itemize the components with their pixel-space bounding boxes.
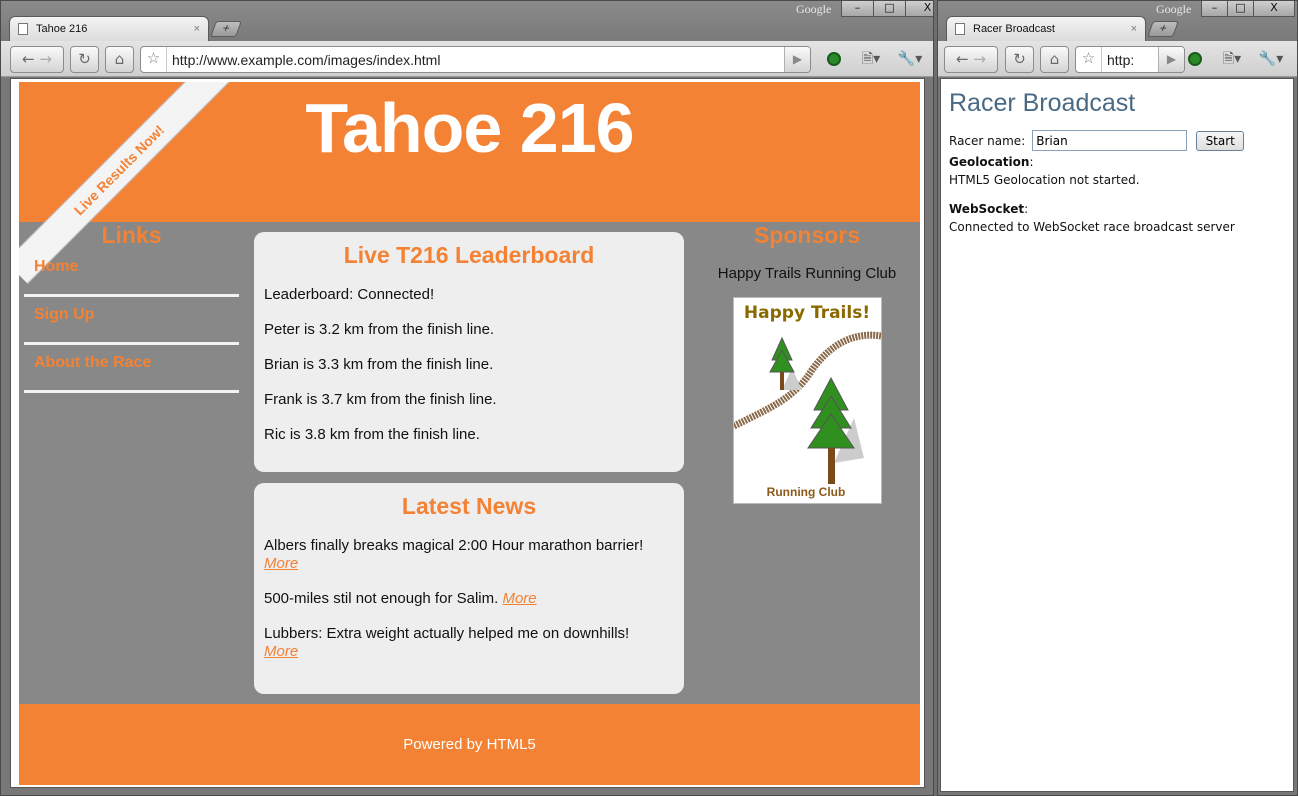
bookmark-star-icon[interactable]: ☆ xyxy=(1076,47,1102,72)
logo-caption: Running Club xyxy=(766,485,845,499)
window-controls: – □ X xyxy=(1201,1,1295,17)
page-icon xyxy=(955,23,965,35)
go-icon[interactable]: ▶ xyxy=(784,47,810,72)
tab-tahoe[interactable]: Tahoe 216 × xyxy=(9,16,209,41)
page-icon xyxy=(18,23,28,35)
url-text[interactable]: http: xyxy=(1107,52,1134,68)
sponsors-column: Sponsors Happy Trails Running Club Happy… xyxy=(704,222,910,504)
nav-link-home[interactable]: Home xyxy=(24,249,239,297)
close-window-icon[interactable]: X xyxy=(1253,1,1295,17)
links-column: Links Home Sign Up About the Race xyxy=(24,222,239,393)
sponsor-logo[interactable]: Happy Trails! Running Club xyxy=(731,297,882,504)
links-heading: Links xyxy=(101,222,162,248)
browser-window-tahoe: Google – □ X Tahoe 216 × + ← → ↻ ⌂ ☆ htt… xyxy=(0,0,934,796)
maximize-icon[interactable]: □ xyxy=(873,1,906,17)
racer-name-row: Racer name: Start xyxy=(949,130,1285,151)
news-more-link[interactable]: More xyxy=(502,590,536,607)
address-bar[interactable]: ☆ http: ▶ xyxy=(1075,46,1185,73)
title-bar: Google – □ X Tahoe 216 × + xyxy=(1,1,933,41)
back-icon[interactable]: ← xyxy=(956,50,969,68)
leaderboard-panel: Live T216 Leaderboard Leaderboard: Conne… xyxy=(254,232,684,472)
wrench-icon[interactable]: 🔧▾ xyxy=(895,49,925,69)
news-item: Lubbers: Extra weight actually helped me… xyxy=(264,625,674,661)
tab-title: Racer Broadcast xyxy=(973,23,1055,35)
racer-name-input[interactable] xyxy=(1032,130,1188,151)
news-heading: Latest News xyxy=(401,493,537,519)
reload-icon[interactable]: ↻ xyxy=(70,46,99,73)
racer-broadcast-page: Racer Broadcast Racer name: Start Geoloc… xyxy=(941,79,1293,259)
forward-icon[interactable]: → xyxy=(39,50,52,68)
logo-title: Happy Trails! xyxy=(743,303,869,323)
tab-title: Tahoe 216 xyxy=(36,23,88,35)
start-button[interactable]: Start xyxy=(1196,130,1245,151)
news-more-link[interactable]: More xyxy=(264,555,298,572)
extension-icon[interactable] xyxy=(1188,49,1204,69)
nav-link-sign-up[interactable]: Sign Up xyxy=(24,297,239,345)
back-icon[interactable]: ← xyxy=(22,50,35,68)
leaderboard-status: Leaderboard: Connected! xyxy=(264,286,435,303)
nav-link-about[interactable]: About the Race xyxy=(24,345,239,393)
go-icon[interactable]: ▶ xyxy=(1158,47,1184,72)
label-colon: : xyxy=(1029,155,1034,169)
google-label: Google xyxy=(796,2,832,16)
happy-trails-logo: Happy Trails! Running Club xyxy=(731,303,882,499)
new-tab-button[interactable]: + xyxy=(210,21,242,37)
sponsors-heading: Sponsors xyxy=(753,222,861,248)
forward-icon[interactable]: → xyxy=(973,50,986,68)
extension-icon[interactable] xyxy=(827,49,843,69)
back-forward-buttons[interactable]: ← → xyxy=(10,46,64,73)
news-panel: Latest News Albers finally breaks magica… xyxy=(254,483,684,694)
page-viewport: Racer Broadcast Racer name: Start Geoloc… xyxy=(940,78,1294,792)
page-viewport: Tahoe 216 Live Results Now! Links Home S… xyxy=(10,78,925,788)
page-title: Racer Broadcast xyxy=(949,89,1136,117)
news-item: 500-miles stil not enough for Salim. Mor… xyxy=(264,590,674,608)
leaderboard-entry: Frank is 3.7 km from the finish line. xyxy=(264,391,497,408)
minimize-icon[interactable]: – xyxy=(1201,1,1228,17)
browser-window-racer: Google – □ X Racer Broadcast × + ← → ↻ ⌂… xyxy=(937,0,1298,796)
news-text: Lubbers: Extra weight actually helped me… xyxy=(264,625,630,642)
websocket-label-row: WebSocket: xyxy=(949,202,1285,216)
home-icon[interactable]: ⌂ xyxy=(1040,46,1069,73)
google-label: Google xyxy=(1156,2,1192,16)
tahoe-page: Tahoe 216 Live Results Now! Links Home S… xyxy=(19,82,920,785)
geolocation-label-row: Geolocation: xyxy=(949,155,1285,169)
window-controls: – □ X xyxy=(841,1,933,17)
title-bar: Google – □ X Racer Broadcast × + xyxy=(938,1,1297,41)
browser-toolbar: ← → ↻ ⌂ ☆ http://www.example.com/images/… xyxy=(1,41,933,77)
geolocation-label: Geolocation xyxy=(949,155,1030,169)
leaderboard-entry: Brian is 3.3 km from the finish line. xyxy=(264,356,494,373)
news-more-link[interactable]: More xyxy=(264,643,298,660)
new-tab-button[interactable]: + xyxy=(1147,21,1179,37)
sponsor-name: Happy Trails Running Club xyxy=(717,265,897,282)
bookmark-star-icon[interactable]: ☆ xyxy=(141,47,167,72)
label-colon: : xyxy=(1024,202,1029,216)
websocket-status: Connected to WebSocket race broadcast se… xyxy=(949,220,1235,234)
browser-toolbar: ← → ↻ ⌂ ☆ http: ▶ 🗎▾ 🔧▾ xyxy=(938,41,1297,77)
leaderboard-entry: Ric is 3.8 km from the finish line. xyxy=(264,426,480,443)
news-text: Albers finally breaks magical 2:00 Hour … xyxy=(264,537,644,554)
minimize-icon[interactable]: – xyxy=(841,1,874,17)
websocket-label: WebSocket xyxy=(949,202,1025,216)
leaderboard-entry: Peter is 3.2 km from the finish line. xyxy=(264,321,495,338)
racer-name-label: Racer name: xyxy=(949,133,1026,148)
home-icon[interactable]: ⌂ xyxy=(105,46,134,73)
site-footer: Powered by HTML5 xyxy=(19,704,920,785)
geolocation-status: HTML5 Geolocation not started. xyxy=(949,173,1140,187)
back-forward-buttons[interactable]: ← → xyxy=(944,46,998,73)
news-item: Albers finally breaks magical 2:00 Hour … xyxy=(264,537,674,573)
address-bar[interactable]: ☆ http://www.example.com/images/index.ht… xyxy=(140,46,811,73)
leaderboard-heading: Live T216 Leaderboard xyxy=(343,242,595,268)
maximize-icon[interactable]: □ xyxy=(1227,1,1254,17)
page-menu-icon[interactable]: 🗎▾ xyxy=(857,49,885,69)
reload-icon[interactable]: ↻ xyxy=(1005,46,1034,73)
close-window-icon[interactable]: X xyxy=(905,1,933,17)
page-menu-icon[interactable]: 🗎▾ xyxy=(1218,49,1246,69)
tab-racer-broadcast[interactable]: Racer Broadcast × xyxy=(946,16,1146,41)
tab-close-icon[interactable]: × xyxy=(1131,23,1137,35)
url-text[interactable]: http://www.example.com/images/index.html xyxy=(172,52,440,68)
news-text: 500-miles stil not enough for Salim. xyxy=(264,590,499,607)
wrench-icon[interactable]: 🔧▾ xyxy=(1256,49,1286,69)
tab-close-icon[interactable]: × xyxy=(194,23,200,35)
